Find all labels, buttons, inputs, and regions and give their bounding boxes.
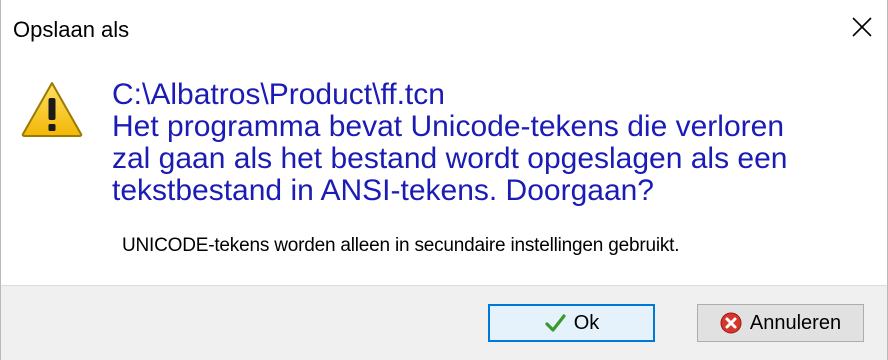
warning-triangle-icon bbox=[21, 82, 83, 137]
title-bar: Opslaan als bbox=[1, 0, 887, 64]
ok-button[interactable]: Ok bbox=[488, 304, 655, 342]
close-button[interactable] bbox=[845, 10, 879, 44]
sub-message: UNICODE-tekens worden alleen in secundai… bbox=[122, 235, 680, 256]
checkmark-icon bbox=[545, 314, 566, 332]
cancel-x-icon bbox=[720, 312, 742, 334]
dialog-title: Opslaan als bbox=[13, 17, 130, 42]
button-bar: Ok Annuleren bbox=[1, 285, 887, 360]
cancel-button-label: Annuleren bbox=[749, 311, 842, 334]
cancel-button[interactable]: Annuleren bbox=[697, 304, 864, 342]
message-text: C:\Albatros\Product\ff.tcn Het programma… bbox=[112, 79, 872, 207]
close-icon bbox=[852, 17, 872, 37]
message-line: zal gaan als het bestand wordt opgeslage… bbox=[112, 142, 788, 175]
message-path: C:\Albatros\Product\ff.tcn bbox=[112, 78, 445, 111]
message-line: tekstbestand in ANSI-tekens. Doorgaan? bbox=[112, 174, 654, 207]
message-line: Het programma bevat Unicode-tekens die v… bbox=[112, 110, 784, 143]
save-as-dialog: Opslaan als C:\Albatros\Product\ff.tcn H… bbox=[0, 0, 888, 360]
ok-button-label: Ok bbox=[573, 311, 600, 334]
